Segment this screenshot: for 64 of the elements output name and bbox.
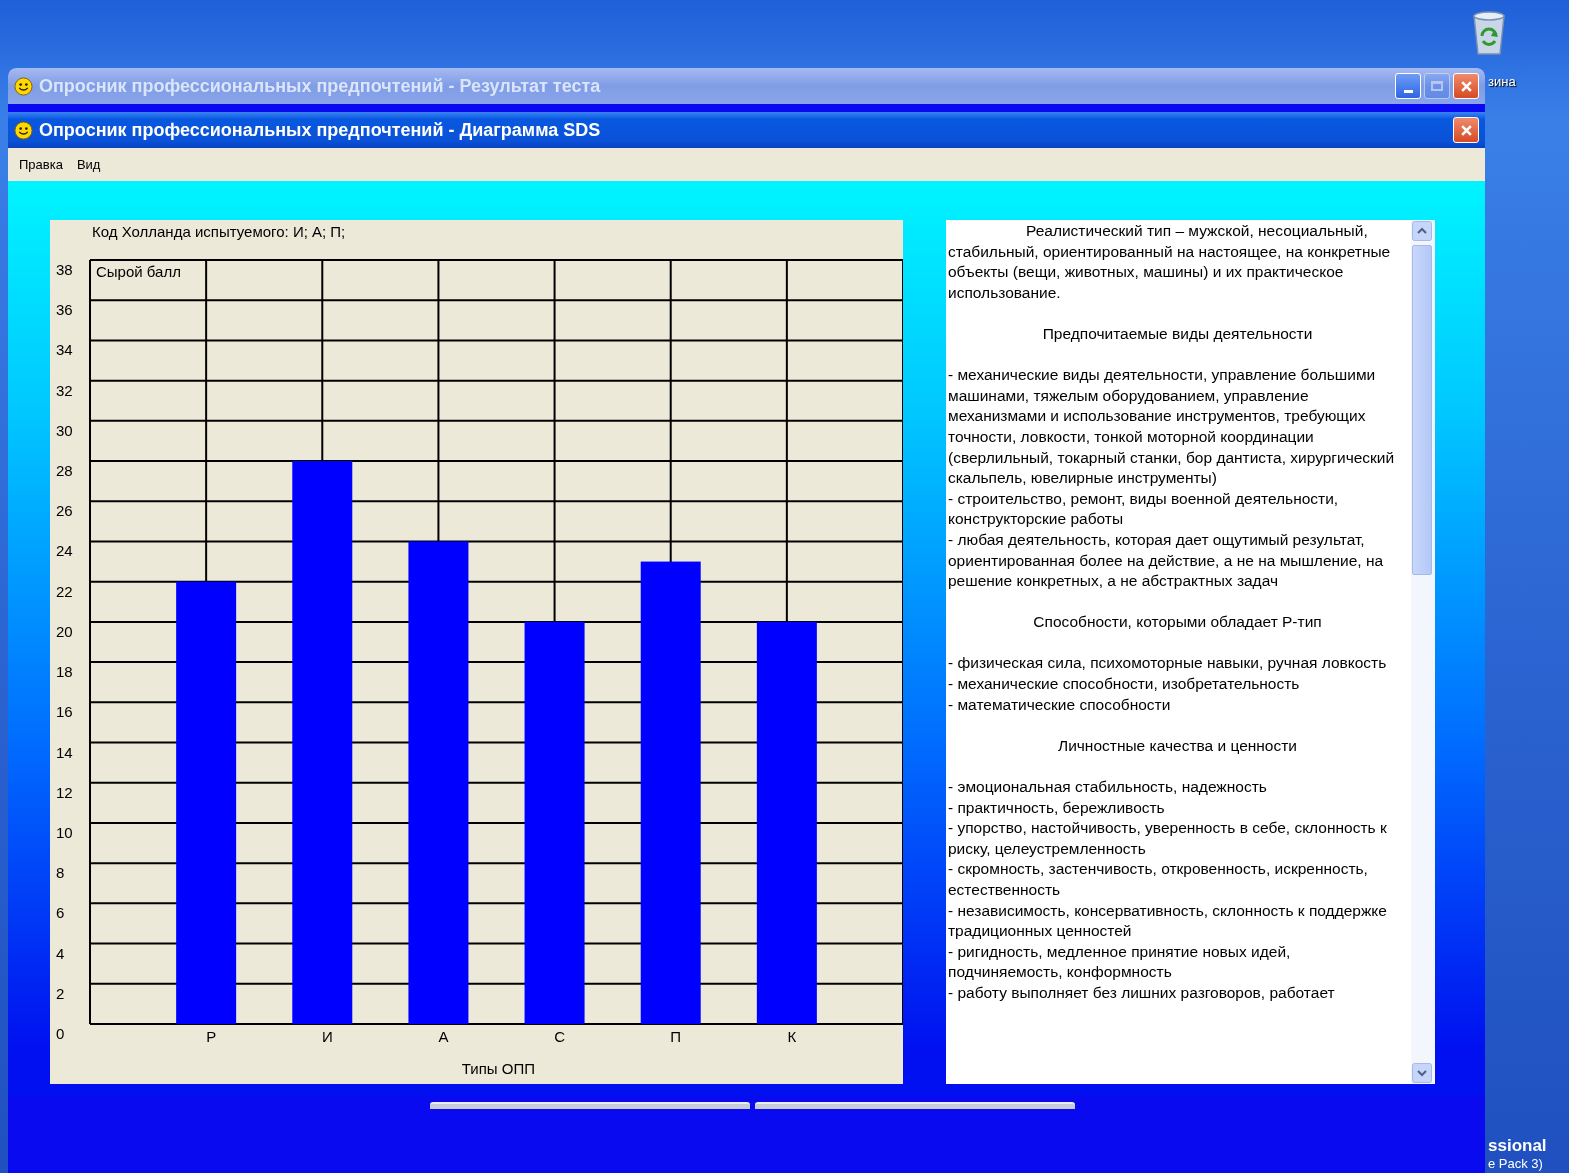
y-tick-label: 8	[56, 864, 65, 882]
list-item: - любая деятельность, которая дает ощутимый результат, ориентированная более на действие, а не на мышление, на решение конкретных, а не абстрактных задач	[948, 529, 1385, 592]
scrollbar[interactable]	[1411, 220, 1435, 1084]
y-tick-label: 14	[56, 743, 73, 761]
y-tick-label: 26	[56, 502, 73, 520]
close-button[interactable]	[1453, 73, 1479, 99]
menu-item[interactable]: Вид	[76, 157, 101, 172]
y-tick-label: 28	[56, 462, 73, 480]
section-heading: Способности, которыми обладает Р-тип	[1032, 612, 1323, 633]
list-item: - скромность, застенчивость, откровенность, искренность, естественность	[948, 859, 1369, 900]
scroll-up-button[interactable]	[1412, 221, 1432, 241]
edition-text: ssional	[1488, 1136, 1547, 1156]
x-axis-title: Типы ОПП	[461, 1060, 535, 1077]
y-tick-label: 34	[56, 341, 73, 359]
section-heading: Личностные качества и ценности	[1056, 735, 1298, 756]
y-tick-label: 10	[56, 823, 73, 841]
list-item: - строительство, ремонт, виды военной деятельности, конструкторские работы	[948, 488, 1340, 530]
smiley-icon	[14, 120, 33, 140]
close-button[interactable]	[1453, 117, 1479, 143]
list-item: - физическая сила, психомоторные навыки, ручная ловкость	[948, 653, 1388, 674]
list-item: - эмоциональная стабильность, надежность	[948, 777, 1268, 798]
y-tick-label: 20	[56, 622, 73, 640]
x-tick-label: Р	[206, 1028, 217, 1045]
holland-code: Код Холланда испытуемого: И; А; П;	[92, 223, 346, 240]
y-tick-label: 16	[56, 703, 73, 721]
menu-item[interactable]: Правка	[19, 157, 63, 172]
y-tick-label: 18	[56, 663, 73, 681]
y-tick-label: 24	[56, 542, 73, 560]
close-icon	[1459, 123, 1473, 137]
close-icon	[1459, 79, 1473, 93]
x-tick-label: И	[321, 1028, 333, 1045]
list-item: - ригидность, медленное принятие новых идей, подчиняемость, конформность	[948, 941, 1292, 983]
y-tick-label: 4	[56, 944, 65, 962]
minimize-button[interactable]	[1395, 73, 1421, 99]
y-tick-label: 30	[56, 421, 73, 439]
scroll-down-button[interactable]	[1412, 1063, 1432, 1083]
y-tick-label: 32	[56, 381, 73, 399]
y-tick-label: 12	[56, 783, 73, 801]
scroll-thumb[interactable]	[1412, 245, 1432, 575]
list-item: - упорство, настойчивость, уверенность в себе, склонность к риску, целеустремленность	[948, 818, 1388, 859]
icon-label: зина	[1488, 74, 1516, 89]
list-item: - механические виды деятельности, управление большими машинами, тяжелым оборудованием, управление механизмами и использование инструментов, требующих точности, ловкости, тонкой моторной координации (сверлильный, токарный станки, бор дантиста, хирургический скальпель, ювелирные инструменты)	[948, 365, 1396, 489]
smiley-icon	[14, 76, 33, 96]
y-tick-label: 2	[56, 984, 65, 1002]
y-axis-title: Сырой балл	[96, 263, 181, 280]
y-tick-label: 0	[56, 1025, 65, 1042]
list-item: - механические способности, изобретательность	[948, 674, 1301, 695]
list-item: - практичность, бережливость	[948, 797, 1166, 818]
edition-text: e Pack 3)	[1488, 1156, 1544, 1171]
list-item: - независимость, консервативность, склонность к поддержке традиционных ценностей	[948, 900, 1388, 942]
list-item: - математические способности	[948, 694, 1172, 715]
window-title: Опросник профессиональных предпочтений - Результат теста	[39, 75, 601, 97]
x-tick-label: А	[438, 1028, 449, 1045]
x-tick-label: П	[670, 1028, 682, 1045]
x-tick-label: С	[554, 1028, 565, 1045]
window-title: Опросник профессиональных предпочтений - Диаграмма SDS	[39, 119, 601, 141]
list-item: - работу выполняет без лишних разговоров, работает	[948, 982, 1336, 1003]
x-tick-label: К	[787, 1028, 797, 1045]
y-tick-label: 22	[56, 582, 73, 600]
y-tick-label: 36	[56, 301, 73, 319]
section-heading: Предпочитаемые виды деятельности	[1041, 323, 1314, 344]
y-tick-label: 6	[56, 904, 65, 922]
description-text: Реалистический тип – мужской, несоциальный, стабильный, ориентированный на настоящее, на конкретные объекты (вещи, животных, машины) и их практическое использование.	[948, 221, 1392, 303]
y-tick-label: 38	[56, 261, 73, 278]
